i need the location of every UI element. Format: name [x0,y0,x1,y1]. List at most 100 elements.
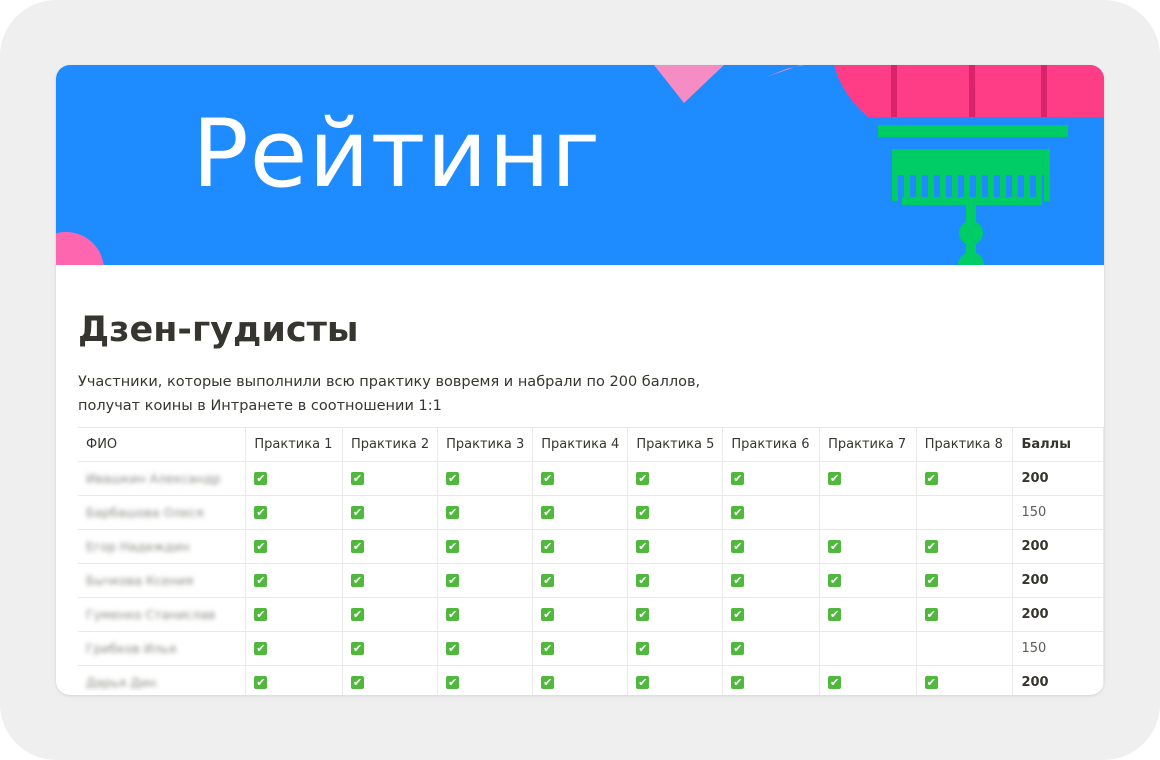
practice-4-cell[interactable]: ✔ [532,597,629,632]
check-mark-icon: ✔ [636,642,650,655]
practice-2-cell[interactable]: ✔ [342,597,439,632]
column-header-practice-2[interactable]: Практика 2 [342,427,439,462]
practice-1-cell[interactable]: ✔ [245,529,344,564]
practice-7-cell[interactable]: ✔ [819,529,917,564]
participant-name-cell[interactable]: Дарья Дин [78,665,247,695]
practice-6-cell[interactable]: ✔ [722,597,821,632]
column-header-score[interactable]: Баллы [1012,427,1104,462]
practice-4-cell[interactable]: ✔ [532,529,629,564]
practice-2-cell[interactable]: ✔ [342,495,439,530]
check-mark-icon: ✔ [636,676,650,689]
practice-6-cell[interactable]: ✔ [722,495,821,530]
practice-4-cell[interactable]: ✔ [532,495,629,530]
practice-2-cell[interactable]: ✔ [342,563,439,598]
practice-6-cell[interactable]: ✔ [722,631,821,666]
table-row: Грибков Илья ✔ ✔ ✔ ✔ ✔ ✔ 150 [78,631,1104,666]
practice-7-cell[interactable]: ✔ [819,563,917,598]
practice-4-cell[interactable]: ✔ [532,563,629,598]
practice-1-cell[interactable]: ✔ [245,597,344,632]
practice-8-cell[interactable]: ✔ [915,461,1014,496]
screenshot-frame: Рейтинг Дзен-гудисты Участники, которые … [0,0,1160,760]
check-mark-icon: ✔ [731,642,745,655]
practice-4-cell[interactable]: ✔ [532,461,629,496]
check-mark-icon: ✔ [828,608,842,621]
check-mark-icon: ✔ [351,608,365,621]
practice-3-cell[interactable]: ✔ [437,461,534,496]
score-cell[interactable]: 200 [1012,665,1104,695]
check-mark-icon: ✔ [541,676,555,689]
practice-7-cell[interactable]: ✔ [819,597,917,632]
rating-table: ФИО Практика 1 Практика 2 Практика 3 Пра… [78,427,1104,695]
check-mark-icon: ✔ [254,506,268,519]
practice-8-cell[interactable]: ✔ [915,597,1014,632]
practice-6-cell[interactable]: ✔ [722,461,821,496]
practice-8-cell[interactable] [915,631,1014,666]
practice-6-cell[interactable]: ✔ [722,563,821,598]
score-cell[interactable]: 200 [1012,461,1104,496]
page-description: Участники, которые выполнили всю практик… [78,374,701,414]
check-mark-icon: ✔ [636,506,650,519]
practice-3-cell[interactable]: ✔ [437,495,534,530]
column-header-practice-7[interactable]: Практика 7 [819,427,917,462]
score-cell[interactable]: 200 [1012,563,1104,598]
practice-5-cell[interactable]: ✔ [627,631,724,666]
participant-name-cell[interactable]: Грибков Илья [78,631,247,666]
practice-8-cell[interactable]: ✔ [915,563,1014,598]
practice-2-cell[interactable]: ✔ [342,529,439,564]
pink-kite-shape [654,65,724,103]
score-cell[interactable]: 150 [1012,631,1104,666]
practice-7-cell[interactable] [819,631,917,666]
practice-3-cell[interactable]: ✔ [437,665,534,695]
check-mark-icon: ✔ [254,642,268,655]
column-header-practice-1[interactable]: Практика 1 [245,427,344,462]
column-header-name[interactable]: ФИО [78,427,247,462]
column-header-practice-5[interactable]: Практика 5 [627,427,724,462]
score-cell[interactable]: 150 [1012,495,1104,530]
practice-1-cell[interactable]: ✔ [245,665,344,695]
participant-name-cell[interactable]: Ивашкин Александр [78,461,247,496]
practice-5-cell[interactable]: ✔ [627,665,724,695]
check-mark-icon: ✔ [924,676,938,689]
practice-5-cell[interactable]: ✔ [627,597,724,632]
participant-name-cell[interactable]: Егор Надеждин [78,529,247,564]
score-cell[interactable]: 200 [1012,597,1104,632]
check-mark-icon: ✔ [446,540,460,553]
practice-1-cell[interactable]: ✔ [245,495,344,530]
practice-8-cell[interactable] [915,495,1014,530]
practice-1-cell[interactable]: ✔ [245,563,344,598]
practice-2-cell[interactable]: ✔ [342,461,439,496]
column-header-practice-8[interactable]: Практика 8 [915,427,1014,462]
check-mark-icon: ✔ [541,642,555,655]
practice-3-cell[interactable]: ✔ [437,631,534,666]
practice-8-cell[interactable]: ✔ [915,529,1014,564]
practice-4-cell[interactable]: ✔ [532,665,629,695]
practice-5-cell[interactable]: ✔ [627,563,724,598]
practice-5-cell[interactable]: ✔ [627,495,724,530]
column-header-practice-3[interactable]: Практика 3 [437,427,534,462]
practice-4-cell[interactable]: ✔ [532,631,629,666]
practice-1-cell[interactable]: ✔ [245,461,344,496]
practice-1-cell[interactable]: ✔ [245,631,344,666]
practice-3-cell[interactable]: ✔ [437,563,534,598]
practice-2-cell[interactable]: ✔ [342,665,439,695]
participant-name-cell[interactable]: Гуменко Станислав [78,597,247,632]
score-cell[interactable]: 200 [1012,529,1104,564]
practice-5-cell[interactable]: ✔ [627,461,724,496]
practice-7-cell[interactable]: ✔ [819,461,917,496]
practice-3-cell[interactable]: ✔ [437,597,534,632]
practice-7-cell[interactable] [819,495,917,530]
practice-7-cell[interactable]: ✔ [819,665,917,695]
practice-8-cell[interactable]: ✔ [915,665,1014,695]
check-mark-icon: ✔ [541,574,555,587]
practice-3-cell[interactable]: ✔ [437,529,534,564]
practice-6-cell[interactable]: ✔ [722,665,821,695]
practice-2-cell[interactable]: ✔ [342,631,439,666]
participant-name-cell[interactable]: Бычкова Ксения [78,563,247,598]
column-header-practice-4[interactable]: Практика 4 [532,427,629,462]
column-header-practice-6[interactable]: Практика 6 [722,427,821,462]
practice-5-cell[interactable]: ✔ [627,529,724,564]
lamp-fringe-shape [892,173,1050,201]
participant-name-cell[interactable]: Барбашова Олеся [78,495,247,530]
practice-6-cell[interactable]: ✔ [722,529,821,564]
participant-name: Грибков Илья [86,640,177,656]
